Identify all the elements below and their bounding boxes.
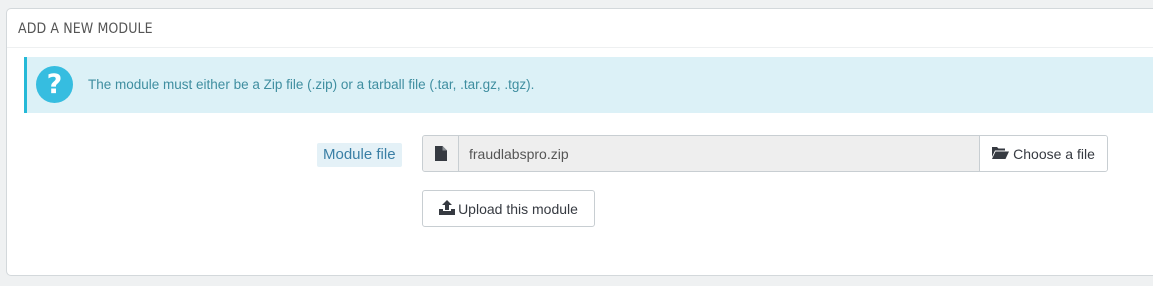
module-file-label: Module file: [317, 143, 402, 167]
alert-text: The module must either be a Zip file (.z…: [88, 77, 535, 92]
folder-open-icon: [992, 146, 1013, 162]
choose-file-button[interactable]: Choose a file: [979, 136, 1107, 171]
upload-module-button[interactable]: Upload this module: [422, 190, 595, 227]
file-name-input[interactable]: [459, 136, 979, 171]
module-file-field[interactable]: Choose a file: [422, 135, 1108, 172]
file-icon: [423, 136, 459, 171]
info-alert: ? The module must either be a Zip file (…: [24, 57, 1153, 113]
upload-module-label: Upload this module: [458, 200, 578, 217]
panel-title: ADD A NEW MODULE: [7, 9, 1153, 48]
choose-file-label: Choose a file: [1013, 145, 1095, 162]
question-circle-icon: ?: [36, 66, 73, 103]
upload-icon: [439, 199, 458, 218]
